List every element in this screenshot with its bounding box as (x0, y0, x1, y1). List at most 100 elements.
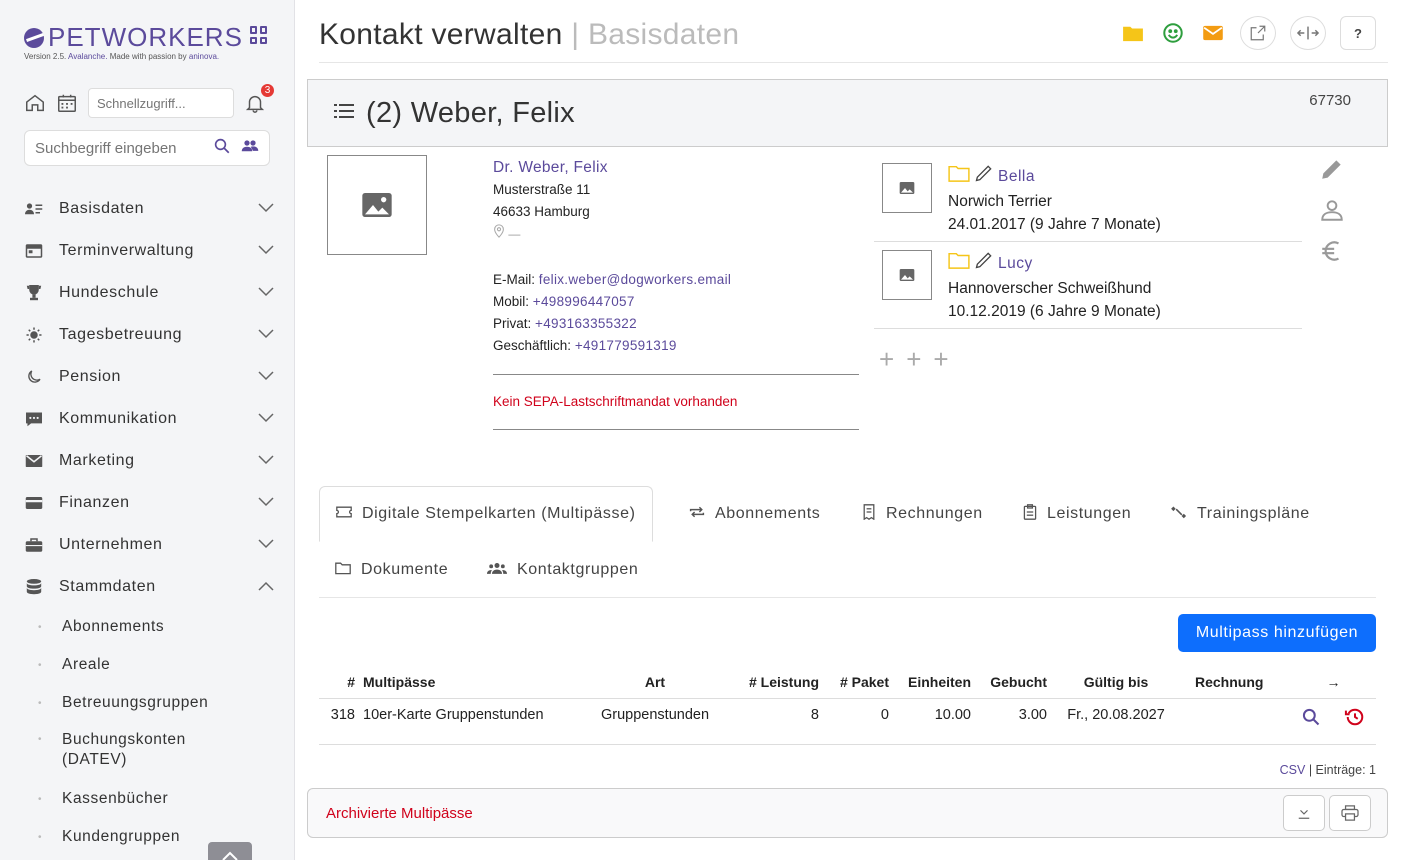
pet-item: Bella Norwich Terrier 24.01.2017 (9 Jahr… (874, 155, 1302, 242)
home-icon[interactable] (24, 92, 46, 114)
sidebar-nav: Basisdaten Terminverwaltung Hundeschule … (24, 188, 274, 856)
column-header-multipaesse[interactable]: Multipässe (359, 666, 585, 699)
cell-actions (1291, 698, 1376, 745)
mobile-link[interactable]: +498996447057 (533, 294, 635, 309)
tab-dokumente[interactable]: Dokumente (319, 542, 464, 598)
euro-icon[interactable] (1319, 238, 1345, 269)
chevron-down-icon (258, 326, 274, 344)
tab-leistungen[interactable]: Leistungen (1007, 486, 1147, 542)
pencil-icon[interactable] (974, 163, 994, 190)
nav-item-tagesbetreuung[interactable]: Tagesbetreuung (24, 314, 274, 356)
column-header-art[interactable]: Art (585, 666, 725, 699)
mail-icon[interactable] (1200, 16, 1226, 50)
person-icon[interactable] (1319, 197, 1345, 228)
csv-export-link[interactable]: CSV (1280, 763, 1306, 777)
archive-restore-icon[interactable] (1344, 708, 1366, 731)
edit-pencil-icon[interactable] (1319, 156, 1345, 187)
folder-icon[interactable] (948, 164, 970, 189)
sub-item-betreuungsgruppen[interactable]: • Betreuungsgruppen (38, 684, 274, 722)
folder-icon[interactable] (948, 251, 970, 276)
scroll-to-top-button[interactable] (208, 842, 252, 860)
add-pet-plus-icon[interactable]: + (933, 344, 948, 375)
chevron-down-icon (258, 284, 274, 302)
contact-location: — (493, 223, 731, 245)
column-header-leistung[interactable]: # Leistung (725, 666, 823, 699)
smile-icon[interactable] (1160, 16, 1186, 50)
business-link[interactable]: +491779591319 (575, 338, 677, 353)
pet-name-link[interactable]: Bella (998, 165, 1035, 188)
table-row[interactable]: 318 10er-Karte Gruppenstunden Gruppenstu… (319, 698, 1376, 745)
tab-multipaesse[interactable]: Digitale Stempelkarten (Multipässe) (319, 486, 653, 542)
calendar-icon (24, 243, 44, 259)
sub-item-label: Abonnements (62, 618, 165, 635)
email-link[interactable]: felix.weber@dogworkers.email (539, 272, 731, 287)
add-pet-plus-icon[interactable]: + (906, 344, 921, 375)
pet-breed: Hannoverscher Schweißhund (948, 280, 1152, 297)
sub-item-abonnements[interactable]: • Abonnements (38, 608, 274, 646)
help-button[interactable]: ? (1340, 16, 1376, 50)
archived-multipasses-panel[interactable]: Archivierte Multipässe (307, 788, 1388, 838)
credit-card-icon (24, 496, 44, 510)
header-divider (319, 62, 1388, 63)
pet-photo[interactable] (882, 250, 932, 300)
sub-item-areale[interactable]: • Areale (38, 646, 274, 684)
download-button[interactable] (1283, 795, 1325, 831)
nav-item-basisdaten[interactable]: Basisdaten (24, 188, 274, 230)
pet-photo[interactable] (882, 163, 932, 213)
nav-label: Stammdaten (59, 578, 156, 595)
print-button[interactable] (1329, 795, 1371, 831)
folder-icon[interactable] (1120, 16, 1146, 50)
contact-photo[interactable] (327, 155, 427, 255)
app-grid-icon[interactable] (250, 26, 268, 44)
column-header-rechnung[interactable]: Rechnung (1181, 666, 1291, 699)
notifications-bell-icon[interactable]: 3 (244, 82, 276, 114)
nav-label: Kommunikation (59, 410, 178, 427)
column-header-number[interactable]: # (319, 666, 359, 699)
tab-abonnements[interactable]: Abonnements (673, 486, 836, 542)
search-input[interactable] (35, 139, 213, 157)
nav-item-kommunikation[interactable]: Kommunikation (24, 398, 274, 440)
sub-item-buchungskonten[interactable]: • Buchungskonten (DATEV) (38, 722, 274, 780)
image-placeholder-icon (362, 193, 392, 217)
tab-trainingsplaene[interactable]: Trainingspläne (1155, 486, 1326, 542)
search-field (24, 130, 270, 166)
nav-item-hundeschule[interactable]: Hundeschule (24, 272, 274, 314)
contacts-search-icon[interactable] (241, 137, 259, 160)
pencil-icon[interactable] (974, 250, 994, 277)
vendor-link[interactable]: aninova. (189, 52, 219, 61)
view-search-icon[interactable] (1301, 708, 1321, 731)
nav-item-terminverwaltung[interactable]: Terminverwaltung (24, 230, 274, 272)
column-header-paket[interactable]: # Paket (823, 666, 893, 699)
calendar-icon[interactable] (56, 92, 78, 114)
sub-item-kassenbuecher[interactable]: • Kassenbücher (38, 780, 274, 818)
tab-bar: Digitale Stempelkarten (Multipässe) Abon… (319, 486, 1376, 598)
version-info: Version 2.5. Avalanche. Made with passio… (24, 52, 219, 61)
list-icon[interactable] (334, 103, 354, 123)
column-header-einheiten[interactable]: Einheiten (893, 666, 975, 699)
stammdaten-submenu: • Abonnements • Areale • Betreuungsgruppen … (24, 608, 274, 856)
add-multipass-button[interactable]: Multipass hinzufügen (1178, 614, 1376, 652)
tab-rechnungen[interactable]: Rechnungen (846, 486, 999, 542)
column-header-gueltig-bis[interactable]: Gültig bis (1051, 666, 1181, 699)
brand-logo[interactable]: PETWORKERS (24, 22, 243, 53)
table-header-row: # Multipässe Art # Leistung # Paket Einh… (319, 666, 1376, 699)
split-view-icon[interactable] (1290, 16, 1326, 50)
nav-label: Marketing (59, 452, 135, 469)
search-icon[interactable] (213, 137, 231, 160)
tab-kontaktgruppen[interactable]: Kontaktgruppen (471, 542, 654, 598)
add-pet-plus-icon[interactable]: + (879, 344, 894, 375)
nav-item-marketing[interactable]: Marketing (24, 440, 274, 482)
column-header-gebucht[interactable]: Gebucht (975, 666, 1051, 699)
nav-item-pension[interactable]: Pension (24, 356, 274, 398)
help-icon: ? (1354, 25, 1362, 41)
quick-access-input[interactable] (88, 88, 234, 118)
external-link-icon[interactable] (1240, 16, 1276, 50)
contact-id: 67730 (1309, 92, 1351, 109)
private-link[interactable]: +493163355322 (535, 316, 637, 331)
nav-item-unternehmen[interactable]: Unternehmen (24, 524, 274, 566)
nav-item-finanzen[interactable]: Finanzen (24, 482, 274, 524)
nav-item-stammdaten[interactable]: Stammdaten (24, 566, 274, 608)
breadcrumb[interactable]: Basisdaten (588, 18, 739, 51)
contact-full-name[interactable]: Dr. Weber, Felix (493, 157, 731, 179)
pet-name-link[interactable]: Lucy (998, 252, 1033, 275)
